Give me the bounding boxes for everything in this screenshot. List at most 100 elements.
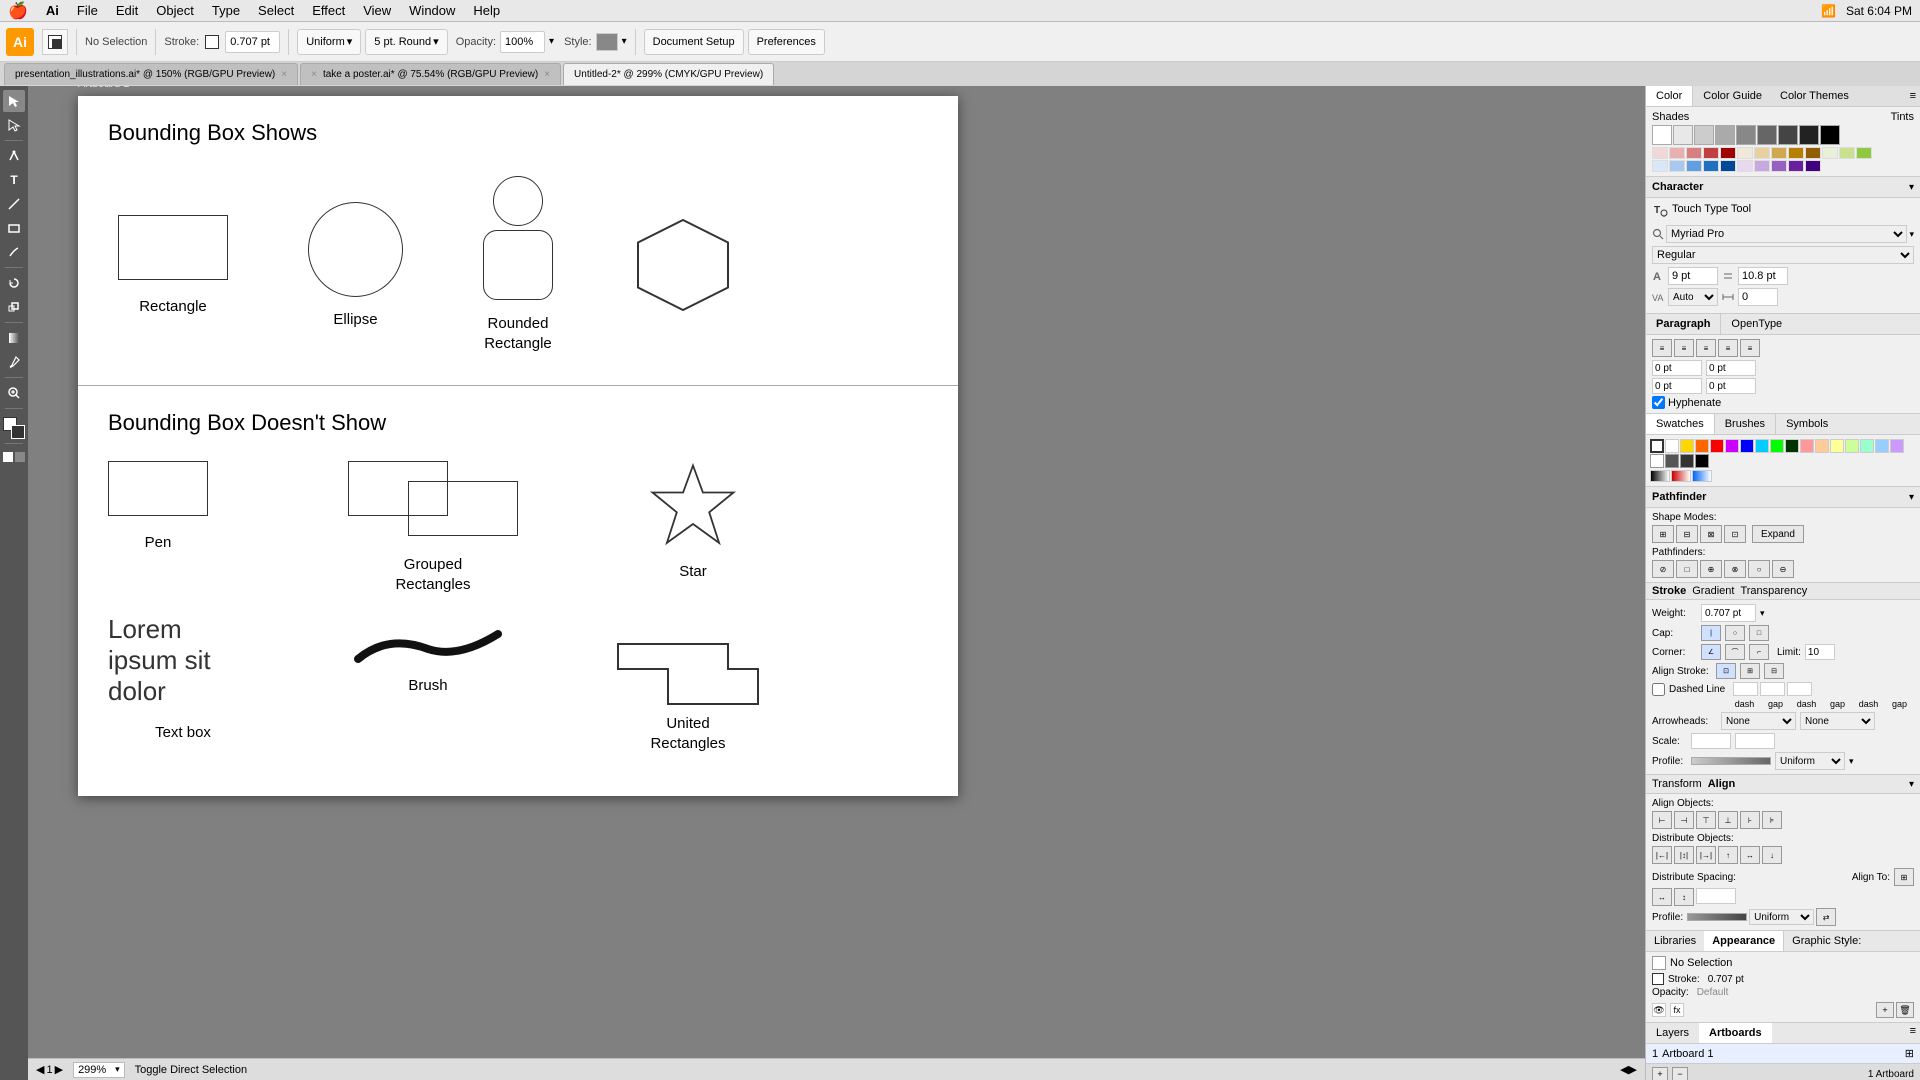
transform-tab[interactable]: Transform [1652, 778, 1702, 790]
shade-cell[interactable] [1771, 160, 1787, 172]
rotate-tool[interactable] [3, 272, 25, 294]
align-bottom-edges[interactable]: ⊧ [1762, 811, 1782, 829]
color-box6[interactable] [1778, 125, 1798, 145]
next-artboard[interactable]: ▶ [55, 1063, 63, 1076]
select-tool[interactable] [3, 90, 25, 112]
dist-top[interactable]: ↑ [1718, 846, 1738, 864]
normal-mode[interactable] [3, 452, 13, 462]
intersect-btn[interactable]: ⊠ [1700, 525, 1722, 543]
menu-edit[interactable]: Edit [108, 1, 146, 20]
align-right-edges[interactable]: ⊤ [1696, 811, 1716, 829]
shade-cell[interactable] [1686, 160, 1702, 172]
align-to-btn[interactable]: ⊞ [1894, 868, 1914, 886]
color-themes-tab[interactable]: Color Themes [1772, 86, 1857, 106]
align-v-center[interactable]: ⊦ [1740, 811, 1760, 829]
doc-setup-btn[interactable]: Document Setup [644, 29, 744, 55]
swatch-white[interactable] [1665, 439, 1679, 453]
spacing-input[interactable] [1696, 888, 1736, 904]
outline-btn[interactable]: ○ [1748, 560, 1770, 578]
menu-file[interactable]: File [69, 1, 106, 20]
corner-round-btn[interactable]: ⌒ [1725, 644, 1745, 660]
color-box1[interactable] [1673, 125, 1693, 145]
align-center-stroke-btn[interactable]: ⊡ [1716, 663, 1736, 679]
space-before-input[interactable] [1652, 378, 1702, 394]
zoom-control[interactable]: ▾ [73, 1062, 125, 1078]
menu-window[interactable]: Window [401, 1, 463, 20]
trim-btn[interactable]: □ [1676, 560, 1698, 578]
swatch-dark[interactable] [1680, 454, 1694, 468]
character-header[interactable]: Character ▾ [1646, 177, 1920, 198]
zoom-input[interactable] [78, 1064, 113, 1076]
crop-btn[interactable]: ⊗ [1724, 560, 1746, 578]
stroke-color-box[interactable] [205, 35, 219, 49]
touch-type-row[interactable]: T Touch Type Tool [1646, 198, 1920, 221]
tab-presentation[interactable]: presentation_illustrations.ai* @ 150% (R… [4, 63, 298, 85]
scale-tool[interactable] [3, 296, 25, 318]
align-left-edges[interactable]: ⊢ [1652, 811, 1672, 829]
shade-cell[interactable] [1703, 160, 1719, 172]
round-btn[interactable]: 5 pt. Round ▾ [365, 29, 447, 55]
add-new-effect-btn[interactable]: + [1876, 1002, 1894, 1018]
weight-input[interactable] [1701, 604, 1756, 622]
swatch2-3[interactable] [1830, 439, 1844, 453]
menu-effect[interactable]: Effect [304, 1, 353, 20]
align-left-btn[interactable]: ≡ [1652, 339, 1672, 357]
shade-cell[interactable] [1669, 147, 1685, 159]
fill-stroke-indicator[interactable] [3, 417, 25, 439]
shade-cell[interactable] [1805, 147, 1821, 159]
eyedropper-tool[interactable] [3, 351, 25, 373]
shade-cell[interactable] [1856, 147, 1872, 159]
graphic-style-tab[interactable]: Graphic Style: [1784, 931, 1869, 951]
cap-square-btn[interactable]: □ [1749, 625, 1769, 641]
cap-round-btn[interactable]: ○ [1725, 625, 1745, 641]
gradient-tab[interactable]: Gradient [1692, 585, 1734, 597]
symbols-tab[interactable]: Symbols [1776, 414, 1838, 434]
weight-chevron[interactable]: ▾ [1760, 608, 1765, 619]
line-tool[interactable] [3, 193, 25, 215]
tab-close-presentation[interactable]: × [281, 69, 287, 80]
dashed-checkbox[interactable] [1652, 683, 1665, 696]
swatch2-7[interactable] [1890, 439, 1904, 453]
swatch-dark-green[interactable] [1785, 439, 1799, 453]
swatch2-6[interactable] [1875, 439, 1889, 453]
swatch2-4[interactable] [1845, 439, 1859, 453]
pathfinder-header[interactable]: Pathfinder ▾ [1646, 487, 1920, 508]
tracking-input[interactable] [1738, 288, 1778, 306]
prev-artboard[interactable]: ◀ [36, 1063, 44, 1076]
align-h-center[interactable]: ⊣ [1674, 811, 1694, 829]
align-outside-stroke-btn[interactable]: ⊟ [1764, 663, 1784, 679]
new-artboard-btn[interactable]: + [1652, 1067, 1668, 1080]
fx-icon[interactable]: fx [1670, 1003, 1684, 1017]
align-top-edges[interactable]: ⊥ [1718, 811, 1738, 829]
h-spacing-btn[interactable]: ↔ [1652, 888, 1672, 906]
gap-input1[interactable] [1760, 682, 1785, 696]
swatch-yellow[interactable] [1680, 439, 1694, 453]
divide-btn[interactable]: ⊘ [1652, 560, 1674, 578]
right-indent-input[interactable] [1706, 360, 1756, 376]
cap-butt-btn[interactable]: | [1701, 625, 1721, 641]
shade-cell[interactable] [1788, 147, 1804, 159]
shade-cell[interactable] [1754, 160, 1770, 172]
shade-cell[interactable] [1686, 147, 1702, 159]
delete-artboard-btn[interactable]: − [1672, 1067, 1688, 1080]
align-right-btn[interactable]: ≡ [1696, 339, 1716, 357]
arrowhead-start-select[interactable]: None [1721, 712, 1796, 730]
shade-cell[interactable] [1652, 147, 1668, 159]
tab-untitled[interactable]: Untitled-2* @ 299% (CMYK/GPU Preview) [563, 63, 774, 85]
profile-chevron[interactable]: ▾ [1849, 756, 1854, 767]
merge-btn[interactable]: ⊕ [1700, 560, 1722, 578]
menu-object[interactable]: Object [148, 1, 202, 20]
shade-cell[interactable] [1771, 147, 1787, 159]
shade-cell[interactable] [1754, 147, 1770, 159]
artboard1-row[interactable]: 1 Artboard 1 ⊞ [1646, 1044, 1920, 1063]
swatch-cyan[interactable] [1755, 439, 1769, 453]
align-tab[interactable]: Align [1708, 778, 1736, 790]
swatch-none[interactable] [1650, 439, 1664, 453]
profile-select2[interactable]: Uniform [1749, 909, 1814, 925]
dist-v-center[interactable]: ↔ [1740, 846, 1760, 864]
justify-btn[interactable]: ≡ [1718, 339, 1738, 357]
type-tool[interactable]: T [3, 169, 25, 191]
artboard-nav[interactable]: ◀ 1 ▶ [36, 1063, 63, 1076]
menu-select[interactable]: Select [250, 1, 302, 20]
color-tab[interactable]: Color [1646, 86, 1693, 106]
